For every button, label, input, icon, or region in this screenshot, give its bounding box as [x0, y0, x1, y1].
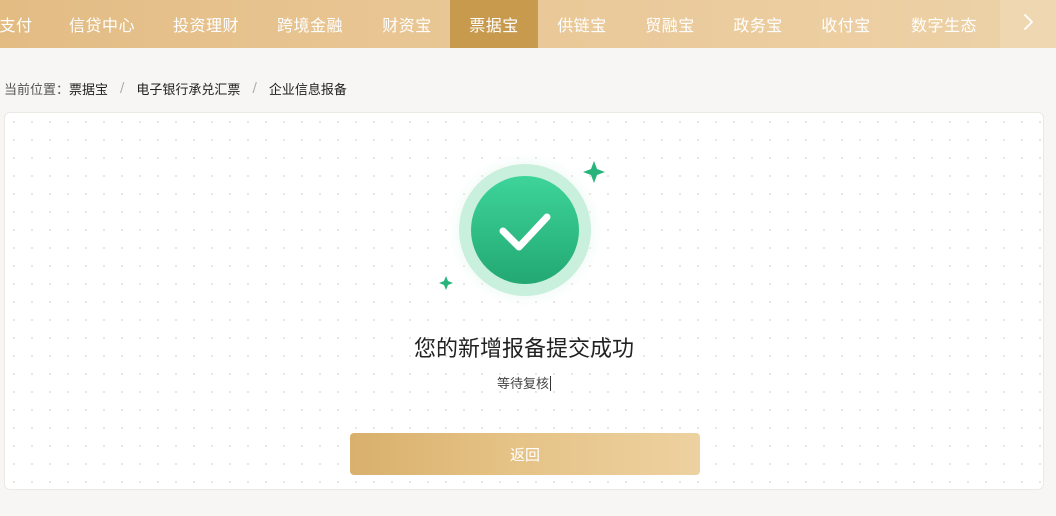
breadcrumb-item-e-acceptance[interactable]: 电子银行承兑汇票	[136, 79, 240, 98]
result-subtitle: 等待复核	[5, 373, 1043, 392]
nav-item-treasury[interactable]: 财资宝	[364, 0, 450, 48]
nav-item-zhifu[interactable]: 支付	[0, 0, 42, 48]
breadcrumb-item-current: 企业信息报备	[268, 82, 347, 98]
nav-item-supply-chain[interactable]: 供链宝	[538, 0, 626, 48]
breadcrumb-prefix: 当前位置：	[4, 82, 70, 98]
result-card: 您的新增报备提交成功 等待复核 返回	[4, 112, 1044, 490]
nav-item-cross-border[interactable]: 跨境金融	[266, 0, 354, 48]
nav-item-receipt-payment[interactable]: 收付宝	[802, 0, 890, 48]
nav-item-government[interactable]: 政务宝	[714, 0, 802, 48]
breadcrumb-separator: /	[252, 80, 257, 96]
nav-item-digital-ecosystem[interactable]: 数字生态	[896, 0, 992, 48]
text-caret	[550, 376, 551, 391]
nav-item-credit-center[interactable]: 信贷中心	[58, 0, 146, 48]
breadcrumb: 当前位置： 票据宝 / 电子银行承兑汇票 / 企业信息报备	[4, 78, 347, 98]
nav-item-trade-finance[interactable]: 贸融宝	[626, 0, 714, 48]
nav-item-bill[interactable]: 票据宝	[450, 0, 538, 48]
chevron-right-icon	[1022, 13, 1034, 35]
breadcrumb-separator: /	[120, 80, 125, 96]
nav-item-investment[interactable]: 投资理财	[162, 0, 250, 48]
result-title: 您的新增报备提交成功	[413, 337, 634, 362]
top-nav: 支付 信贷中心 投资理财 跨境金融 财资宝 票据宝 供链宝 贸融宝 政务宝 收付…	[0, 0, 1056, 48]
breadcrumb-item-bill[interactable]: 票据宝	[69, 79, 108, 98]
check-circle-icon	[429, 152, 619, 325]
result-subtitle-text: 等待复核	[496, 377, 549, 392]
nav-more-button[interactable]	[1000, 0, 1056, 48]
back-button[interactable]: 返回	[350, 433, 700, 475]
